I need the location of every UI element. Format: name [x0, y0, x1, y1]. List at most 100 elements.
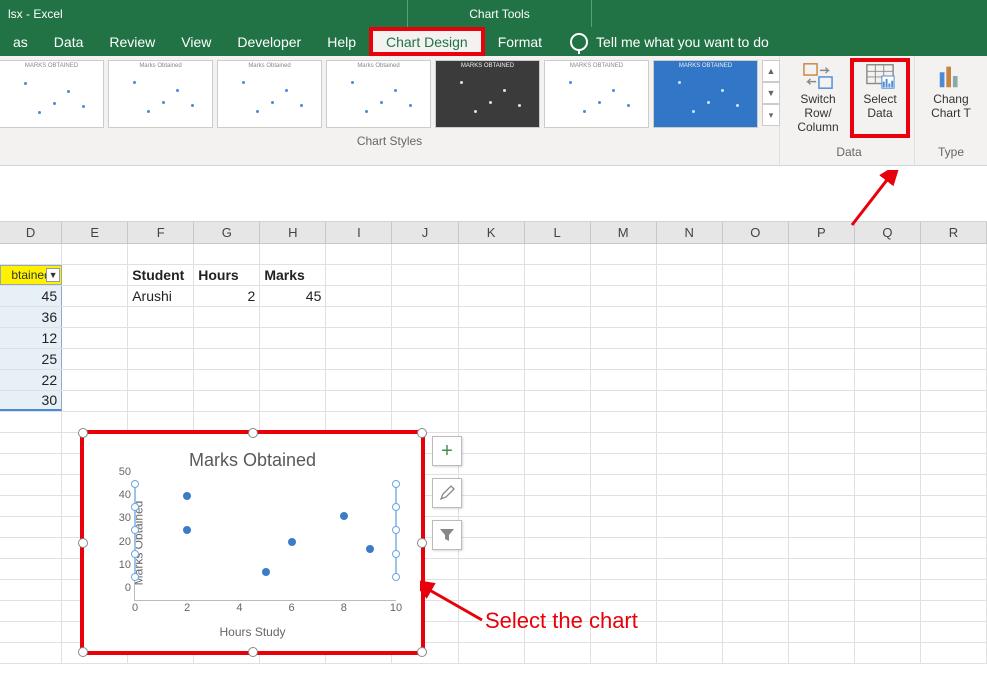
- cell[interactable]: [789, 370, 855, 390]
- colhead-Q[interactable]: Q: [855, 222, 921, 243]
- cell[interactable]: [62, 349, 128, 369]
- cell[interactable]: [62, 391, 128, 411]
- cell[interactable]: [128, 349, 194, 369]
- cell[interactable]: [855, 244, 921, 264]
- cell[interactable]: [723, 496, 789, 516]
- cell[interactable]: [194, 328, 260, 348]
- cell[interactable]: [525, 307, 591, 327]
- tab-review[interactable]: Review: [96, 27, 168, 56]
- cell[interactable]: [0, 517, 62, 537]
- cell[interactable]: [921, 496, 987, 516]
- data-point[interactable]: [131, 573, 139, 581]
- cell[interactable]: [657, 412, 723, 432]
- cell[interactable]: [392, 265, 458, 285]
- cell[interactable]: [591, 244, 657, 264]
- cell[interactable]: [591, 433, 657, 453]
- cell[interactable]: [921, 475, 987, 495]
- cell[interactable]: [789, 475, 855, 495]
- cell[interactable]: [459, 517, 525, 537]
- cell[interactable]: [855, 307, 921, 327]
- cell[interactable]: [62, 286, 128, 306]
- cell[interactable]: [459, 559, 525, 579]
- chart-style-1[interactable]: MARKS OBTAINED: [0, 60, 104, 128]
- cell[interactable]: [459, 412, 525, 432]
- cell[interactable]: [921, 622, 987, 642]
- cell[interactable]: [525, 433, 591, 453]
- cell[interactable]: [855, 496, 921, 516]
- cell[interactable]: [921, 307, 987, 327]
- cell[interactable]: [525, 580, 591, 600]
- data-point[interactable]: [262, 568, 270, 576]
- tab-formulas[interactable]: as: [0, 27, 41, 56]
- chart-style-3[interactable]: Marks Obtained: [217, 60, 322, 128]
- cell[interactable]: 30: [0, 391, 62, 411]
- resize-handle[interactable]: [248, 428, 258, 438]
- cell[interactable]: [260, 370, 326, 390]
- resize-handle[interactable]: [248, 647, 258, 657]
- cell[interactable]: [525, 370, 591, 390]
- chart-style-6[interactable]: MARKS OBTAINED: [544, 60, 649, 128]
- cell[interactable]: [326, 265, 392, 285]
- cell[interactable]: [525, 412, 591, 432]
- cell[interactable]: [921, 433, 987, 453]
- data-point[interactable]: [183, 492, 191, 500]
- cell[interactable]: [855, 370, 921, 390]
- cell[interactable]: [921, 265, 987, 285]
- cell[interactable]: [525, 496, 591, 516]
- cell[interactable]: [657, 391, 723, 411]
- resize-handle[interactable]: [78, 428, 88, 438]
- cell[interactable]: [657, 286, 723, 306]
- cell[interactable]: [921, 601, 987, 621]
- data-point[interactable]: [366, 545, 374, 553]
- resize-handle[interactable]: [417, 538, 427, 548]
- cell[interactable]: [525, 538, 591, 558]
- cell[interactable]: [789, 643, 855, 663]
- cell[interactable]: [789, 559, 855, 579]
- chart-style-4[interactable]: Marks Obtained: [326, 60, 431, 128]
- cell[interactable]: [723, 328, 789, 348]
- cell[interactable]: [0, 454, 62, 474]
- cell[interactable]: [62, 307, 128, 327]
- resize-handle[interactable]: [78, 647, 88, 657]
- cell[interactable]: [459, 496, 525, 516]
- cell[interactable]: [921, 454, 987, 474]
- cell[interactable]: 22: [0, 370, 62, 390]
- cell[interactable]: [855, 580, 921, 600]
- cell[interactable]: [657, 433, 723, 453]
- embedded-chart[interactable]: Marks Obtained Marks Obtained Hours Stud…: [80, 430, 425, 655]
- cell[interactable]: [789, 454, 855, 474]
- cell[interactable]: [392, 244, 458, 264]
- cell[interactable]: [128, 244, 194, 264]
- cell[interactable]: [392, 391, 458, 411]
- cell[interactable]: [657, 517, 723, 537]
- cell[interactable]: [459, 307, 525, 327]
- colhead-J[interactable]: J: [392, 222, 458, 243]
- cell[interactable]: [723, 601, 789, 621]
- cell[interactable]: [525, 643, 591, 663]
- cell[interactable]: [723, 643, 789, 663]
- cell[interactable]: Marks: [260, 265, 326, 285]
- cell[interactable]: [591, 412, 657, 432]
- data-point[interactable]: [392, 573, 400, 581]
- data-point[interactable]: [392, 480, 400, 488]
- data-point[interactable]: [131, 503, 139, 511]
- cell[interactable]: [525, 328, 591, 348]
- cell[interactable]: Student: [128, 265, 194, 285]
- cell[interactable]: btained▼: [0, 265, 62, 285]
- cell[interactable]: [459, 538, 525, 558]
- cell[interactable]: [657, 475, 723, 495]
- cell[interactable]: [0, 244, 62, 264]
- chart-style-7[interactable]: MARKS OBTAINED: [653, 60, 758, 128]
- cell[interactable]: [657, 538, 723, 558]
- select-data-button[interactable]: Select Data: [850, 58, 910, 138]
- tab-help[interactable]: Help: [314, 27, 369, 56]
- cell[interactable]: [789, 244, 855, 264]
- cell[interactable]: [459, 433, 525, 453]
- data-point[interactable]: [288, 538, 296, 546]
- cell[interactable]: [0, 496, 62, 516]
- cell[interactable]: [921, 370, 987, 390]
- cell[interactable]: [723, 391, 789, 411]
- cell[interactable]: [260, 391, 326, 411]
- cell[interactable]: [855, 412, 921, 432]
- cell[interactable]: [657, 307, 723, 327]
